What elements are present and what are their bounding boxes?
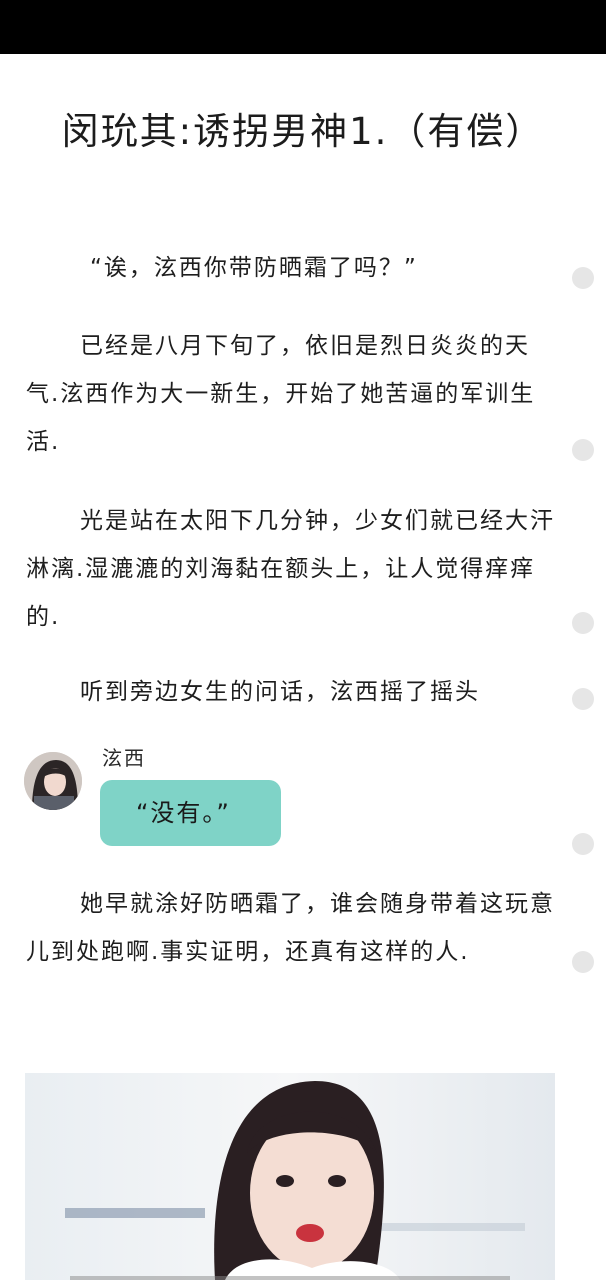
article-photo	[25, 1073, 555, 1280]
avatar[interactable]	[24, 752, 82, 810]
status-bar	[0, 0, 606, 54]
paragraph-4: 她早就涂好防晒霜了，谁会随身带着这玩意儿到处跑啊.事实证明，还真有这样的人.	[26, 891, 555, 965]
side-dot[interactable]	[572, 688, 594, 710]
side-dot[interactable]	[572, 833, 594, 855]
paragraph-1: 已经是八月下旬了，依旧是烈日炎炎的天气.泫西作为大一新生，开始了她苦逼的军训生活…	[26, 333, 536, 455]
article-title: 闵玧其:诱拐男神1.（有偿）	[61, 110, 545, 153]
side-dot[interactable]	[572, 439, 594, 461]
chat-speaker-name: 泫西	[102, 746, 146, 770]
side-dot[interactable]	[572, 951, 594, 973]
chat-bubble: “没有。”	[100, 780, 281, 846]
avatar-image	[24, 752, 82, 810]
paragraph-3: 听到旁边女生的问话，泫西摇了摇头	[80, 679, 480, 705]
dialogue-line: “诶，泫西你带防晒霜了吗？”	[90, 255, 418, 281]
side-dot[interactable]	[572, 267, 594, 289]
paragraph-2: 光是站在太阳下几分钟，少女们就已经大汗淋漓.湿漉漉的刘海黏在额头上，让人觉得痒痒…	[26, 508, 555, 630]
side-dot[interactable]	[572, 612, 594, 634]
portrait-image	[25, 1073, 555, 1280]
